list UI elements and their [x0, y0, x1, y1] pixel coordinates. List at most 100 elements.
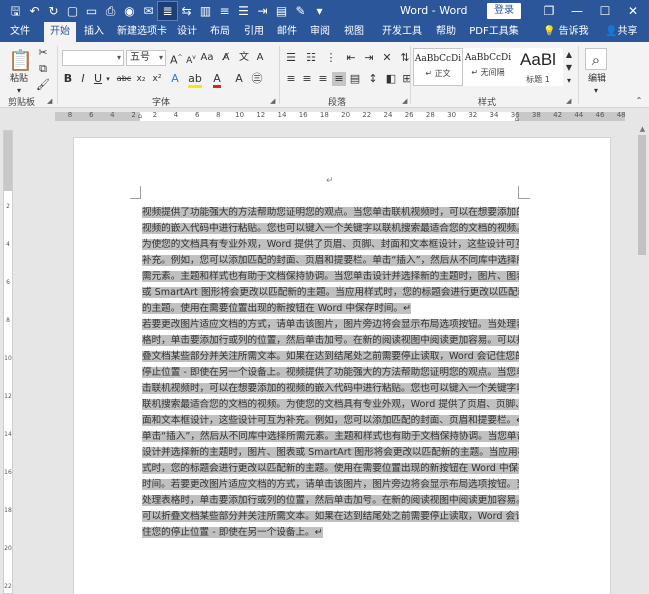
tab-file[interactable]: 文件 — [6, 22, 34, 42]
customize-icon[interactable]: ▾ — [310, 2, 329, 20]
camera-icon[interactable]: ◉ — [120, 2, 139, 20]
vertical-ruler[interactable]: 2 4 6 8 10 12 14 16 18 20 22 — [3, 130, 13, 594]
borders-icon[interactable]: ⊞ — [400, 72, 414, 86]
strikethrough-icon[interactable]: abc — [115, 72, 133, 86]
format-painter-icon[interactable]: 🖌 — [36, 78, 50, 92]
enclose-char-icon[interactable]: A — [254, 51, 266, 65]
paragraph-launcher-icon[interactable]: ◢ — [402, 97, 407, 105]
indent-marker-icon[interactable]: ⌂ — [135, 109, 145, 123]
align-left-icon[interactable]: ≡ — [284, 72, 298, 86]
chevron-down-icon[interactable]: ▾ — [590, 84, 602, 98]
tab-review[interactable]: 审阅 — [306, 22, 334, 42]
ribbon-display-icon[interactable]: ❐ — [535, 0, 563, 22]
collapse-ribbon-icon[interactable]: ⌃ — [633, 94, 645, 108]
multilevel-list-icon[interactable]: ⋮ — [324, 51, 338, 65]
horizontal-ruler[interactable]: 8 6 4 2 2 4 6 8 10 12 14 16 18 20 22 24 26 28 30 32 34 36 38 42… — [0, 108, 649, 125]
superscript-icon[interactable]: x² — [150, 72, 164, 86]
undo-icon[interactable]: ↶ — [25, 2, 44, 20]
document-paragraph[interactable]: 视频提供了功能强大的方法帮助您证明您的观点。当您单击联机视频时，可以在想要添加的… — [142, 205, 519, 317]
align-right-icon[interactable]: ≡ — [316, 72, 330, 86]
list-icon[interactable]: ☰ — [234, 2, 253, 20]
redo-icon[interactable]: ↻ — [44, 2, 63, 20]
highlight-icon[interactable]: ab — [188, 72, 202, 88]
share-button[interactable]: 👤共享 — [605, 22, 637, 42]
print-icon[interactable]: ⎙ — [101, 2, 120, 20]
document-page[interactable]: ↵ 视频提供了功能强大的方法帮助您证明您的观点。当您单击联机视频时，可以在想要添… — [73, 137, 611, 594]
change-case-icon[interactable]: Aa — [200, 51, 214, 65]
italic-icon[interactable]: I — [77, 72, 89, 86]
styles-scroll-down-icon[interactable]: ▼ — [564, 61, 574, 75]
subscript-icon[interactable]: x₂ — [134, 72, 148, 86]
line-spacing-icon[interactable]: ↕ — [366, 72, 380, 86]
cut-icon[interactable]: ✂ — [36, 46, 50, 60]
grow-font-icon[interactable]: A^ — [170, 51, 183, 68]
document-paragraph[interactable]: 若要更改图片适应文档的方式，请单击该图片，图片旁边将会显示布局选项按钮。当处理表… — [142, 317, 519, 429]
numbering-icon[interactable]: ☷ — [304, 51, 318, 65]
tab-help[interactable]: 帮助 — [432, 22, 460, 42]
login-button[interactable]: 登录 — [487, 3, 521, 19]
document-area[interactable]: ↵ 视频提供了功能强大的方法帮助您证明您的观点。当您单击联机视频时，可以在想要添… — [14, 125, 636, 594]
style-normal[interactable]: AaBbCcDi ↵ 正文 — [413, 48, 463, 86]
scroll-up-icon[interactable]: ▲ — [636, 125, 649, 133]
minimize-button[interactable]: — — [563, 0, 591, 22]
open-icon[interactable]: ▭ — [82, 2, 101, 20]
styles-more-icon[interactable]: ▾ — [564, 74, 574, 88]
tab-developer[interactable]: 开发工具 — [380, 22, 424, 42]
styles-scroll-up-icon[interactable]: ▲ — [564, 48, 574, 62]
shrink-font-icon[interactable]: Av — [185, 51, 197, 68]
underline-icon[interactable]: U — [92, 72, 104, 86]
char-border-icon[interactable]: ㊂ — [250, 72, 264, 86]
paste-icon[interactable]: ▢ — [63, 2, 82, 20]
tab-layout[interactable]: 布局 — [206, 22, 234, 42]
char-shading-icon[interactable]: A — [232, 72, 246, 86]
tab-design[interactable]: 设计 — [173, 22, 201, 42]
email-icon[interactable]: ✉ — [139, 2, 158, 20]
chevron-down-icon[interactable]: ▾ — [104, 72, 112, 86]
style-no-spacing[interactable]: AaBbCcDi ↵ 无间隔 — [463, 48, 513, 86]
font-size-combo[interactable]: 五号 ▾ — [126, 50, 166, 66]
draw-icon[interactable]: ✎ — [291, 2, 310, 20]
tab-mailings[interactable]: 邮件 — [273, 22, 301, 42]
format-icon[interactable]: ▤ — [272, 2, 291, 20]
tab-pdf[interactable]: PDF工具集 — [466, 22, 522, 42]
align-center-icon[interactable]: ≡ — [300, 72, 314, 86]
vertical-scrollbar[interactable]: ▲ — [636, 125, 649, 594]
bold-icon[interactable]: B — [62, 72, 74, 86]
align-icon[interactable]: ⇆ — [177, 2, 196, 20]
distributed-icon[interactable]: ▤ — [348, 72, 362, 86]
justify-icon[interactable]: ≡ — [332, 72, 346, 86]
bullets-icon[interactable]: ☰ — [284, 51, 298, 65]
phonetic-guide-icon[interactable]: 文 — [238, 51, 250, 65]
right-indent-marker-icon[interactable]: ⌂ — [512, 112, 522, 126]
text-effects-icon[interactable]: A — [168, 72, 182, 86]
tab-insert[interactable]: 插入 — [80, 22, 108, 42]
tab-home[interactable]: 开始 — [44, 22, 76, 42]
decrease-indent-icon[interactable]: ⇤ — [344, 51, 358, 65]
font-name-combo[interactable]: ▾ — [62, 50, 124, 66]
clear-format-icon[interactable]: A̸ — [220, 51, 232, 65]
font-launcher-icon[interactable]: ◢ — [270, 97, 275, 105]
style-heading-1[interactable]: AaBl 标题 1 — [513, 48, 563, 86]
indent-icon[interactable]: ⇥ — [253, 2, 272, 20]
save-icon[interactable]: 🖫 — [6, 2, 25, 20]
tab-view[interactable]: 视图 — [340, 22, 368, 42]
copy-icon[interactable]: ⧉ — [36, 62, 50, 76]
scrollbar-thumb[interactable] — [638, 135, 646, 255]
font-color-icon[interactable]: A — [210, 72, 224, 88]
close-button[interactable]: ✕ — [619, 0, 647, 22]
chinese-layout-icon[interactable]: ✕ — [380, 51, 394, 65]
tab-references[interactable]: 引用 — [240, 22, 268, 42]
column-icon[interactable]: ▥ — [196, 2, 215, 20]
document-paragraph[interactable]: 单击“插入”，然后从不同库中选择所需元素。主题和样式也有助于文档保持协调。当您单… — [142, 429, 519, 541]
increase-indent-icon[interactable]: ⇥ — [362, 51, 376, 65]
clipboard-launcher-icon[interactable]: ◢ — [47, 97, 52, 105]
layout-icon[interactable]: ≣ — [157, 1, 178, 21]
tell-me-box[interactable]: 💡 告诉我 — [543, 22, 589, 42]
paste-icon[interactable]: 📋 — [8, 48, 33, 72]
shading-icon[interactable]: ◧ — [384, 72, 398, 86]
justify-icon[interactable]: ≡ — [215, 2, 234, 20]
styles-launcher-icon[interactable]: ◢ — [566, 97, 571, 105]
search-icon[interactable]: ⌕ — [585, 48, 607, 70]
maximize-button[interactable]: ☐ — [591, 0, 619, 22]
tab-new[interactable]: 新建选项卡 — [114, 22, 170, 42]
